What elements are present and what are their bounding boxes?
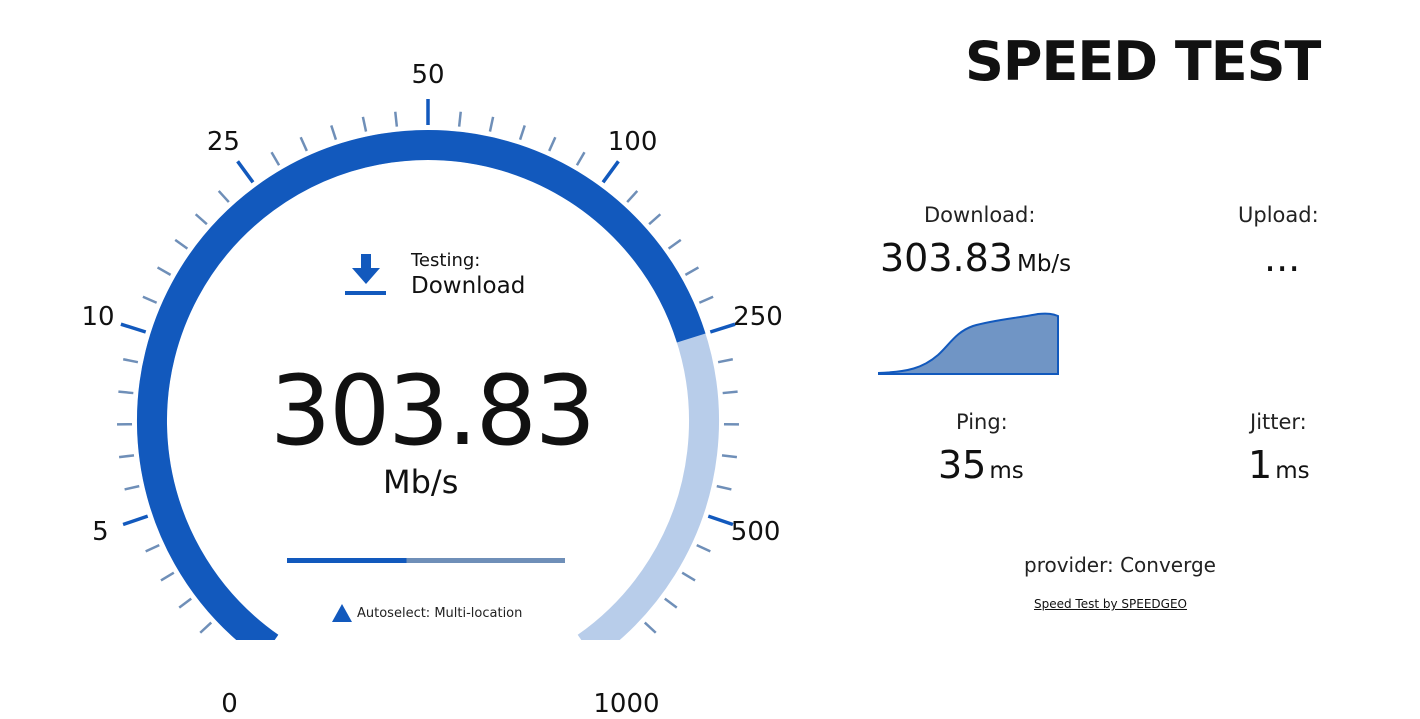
gauge-tick-label: 1000 [593, 689, 659, 719]
gauge-minor-tick [669, 240, 681, 249]
gauge-tick-label: 50 [411, 60, 444, 90]
download-value: 303.83 [880, 236, 1013, 280]
gauge-major-tick [603, 161, 618, 182]
gauge-minor-tick [718, 359, 733, 362]
gauge-minor-tick [520, 125, 525, 139]
gauge-minor-tick [627, 191, 637, 202]
gauge-minor-tick [219, 191, 229, 202]
ping-unit: ms [989, 458, 1023, 484]
gauge-major-tick [710, 324, 735, 332]
gauge-minor-tick [722, 455, 737, 457]
download-graph [878, 310, 1060, 376]
gauge-tick-label: 100 [608, 127, 658, 157]
download-arrow-icon [345, 254, 386, 295]
gauge-major-tick [708, 516, 733, 524]
upload-label: Upload: [1238, 203, 1319, 227]
triangle-icon [332, 604, 352, 622]
gauge-minor-tick [175, 240, 187, 249]
gauge-minor-tick [699, 297, 713, 303]
gauge-tick-label: 10 [81, 302, 114, 332]
gauge-minor-tick [723, 392, 738, 393]
gauge-minor-tick [665, 599, 677, 608]
gauge-tick-label: 0 [221, 689, 238, 719]
gauge-minor-tick [697, 545, 711, 551]
gauge-minor-tick [331, 125, 336, 139]
gauge-minor-tick [143, 297, 157, 303]
jitter-unit: ms [1275, 458, 1309, 484]
provider-label: provider: [1024, 553, 1114, 577]
gauge-minor-tick [549, 137, 555, 151]
gauge-minor-tick [490, 117, 493, 132]
upload-value: ... [1264, 236, 1300, 280]
jitter-stat: 1ms [1248, 443, 1310, 487]
provider-name: Converge [1120, 553, 1216, 577]
gauge-minor-tick [649, 214, 660, 224]
server-select[interactable]: Autoselect: Multi-location [357, 606, 522, 621]
gauge-major-tick [121, 324, 146, 332]
progress-fill [287, 558, 407, 563]
ping-value: 35 [938, 443, 986, 487]
current-speed-unit: Mb/s [383, 463, 458, 501]
gauge-tick-label: 250 [733, 302, 783, 332]
gauge-minor-tick [200, 623, 211, 633]
gauge-minor-tick [717, 486, 732, 489]
ping-label: Ping: [956, 410, 1008, 434]
gauge-minor-tick [577, 152, 585, 165]
gauge-major-tick [123, 516, 148, 524]
gauge-tick-label: 500 [731, 517, 781, 547]
jitter-label: Jitter: [1250, 410, 1307, 434]
gauge-minor-tick [119, 455, 134, 457]
gauge-minor-tick [146, 545, 160, 551]
gauge-minor-tick [158, 267, 171, 274]
download-unit: Mb/s [1017, 251, 1071, 277]
gauge-minor-tick [685, 267, 698, 274]
gauge-minor-tick [272, 152, 280, 165]
gauge-minor-tick [196, 214, 207, 224]
credit-link[interactable]: Speed Test by SPEEDGEO [1034, 597, 1187, 611]
gauge-minor-tick [363, 117, 366, 132]
gauge-minor-tick [395, 112, 397, 127]
jitter-value: 1 [1248, 443, 1272, 487]
page-title: SPEED TEST [965, 30, 1320, 93]
gauge-minor-tick [123, 359, 138, 362]
gauge-major-tick [238, 161, 253, 182]
gauge-tick-label: 25 [207, 127, 240, 157]
download-graph-area [878, 314, 1058, 374]
gauge-minor-tick [125, 486, 140, 489]
ping-stat: 35ms [938, 443, 1024, 487]
gauge-minor-tick [118, 392, 133, 393]
provider-info: provider: Converge [1024, 553, 1216, 577]
gauge-minor-tick [161, 573, 174, 581]
current-speed-value: 303.83 [270, 355, 594, 467]
gauge-minor-tick [301, 137, 307, 151]
download-stat: 303.83Mb/s [880, 236, 1071, 280]
download-label: Download: [924, 203, 1035, 227]
gauge-minor-tick [459, 112, 461, 127]
testing-value: Download [411, 273, 525, 299]
testing-label: Testing: [411, 250, 480, 271]
gauge-minor-tick [179, 599, 191, 608]
gauge-minor-tick [682, 573, 695, 581]
gauge-tick-label: 5 [92, 517, 109, 547]
gauge-minor-tick [645, 623, 656, 633]
